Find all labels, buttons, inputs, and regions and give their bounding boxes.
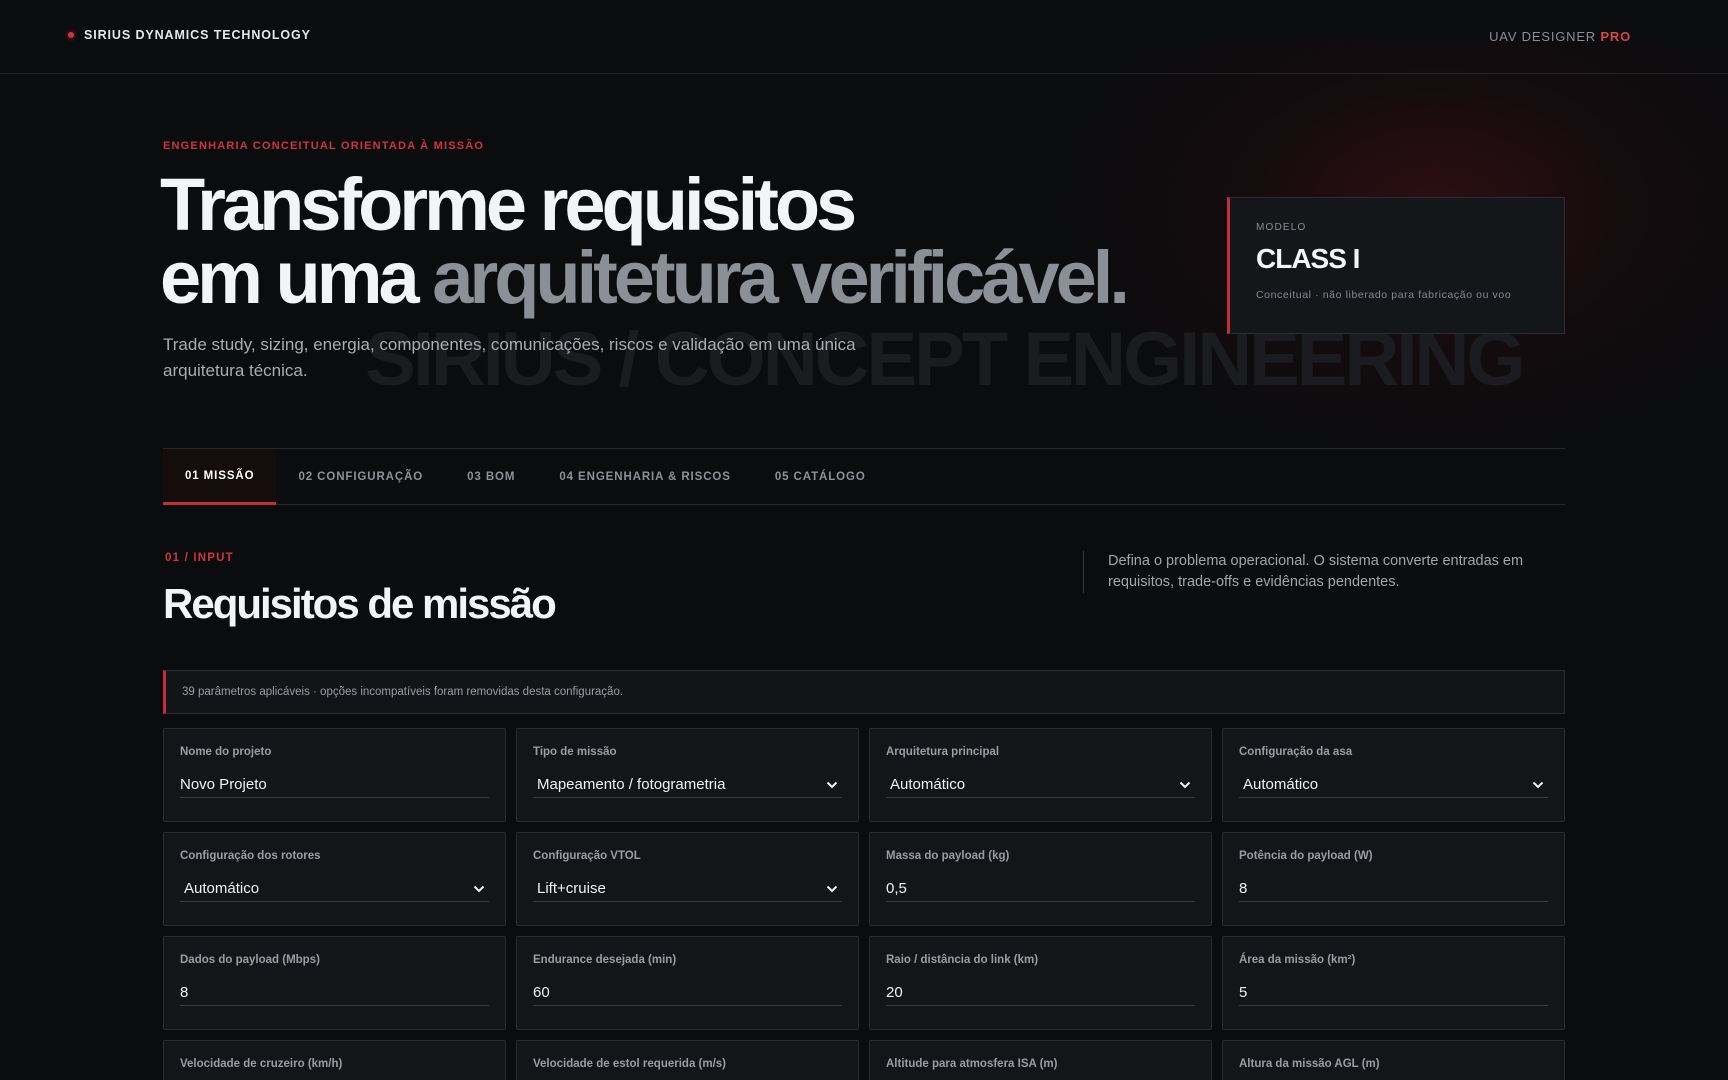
field-value: 20 [886, 984, 903, 1001]
field-value: Novo Projeto [180, 776, 267, 793]
headline-line-2b: arquitetura verificável. [432, 236, 1130, 319]
tab-catalogo[interactable]: 05 CATÁLOGO [753, 449, 888, 505]
field-mission-type: Tipo de missão Mapeamento / fotogrametri… [516, 728, 859, 822]
field-endurance: Endurance desejada (min) 60 [516, 936, 859, 1030]
field-label: Endurance desejada (min) [533, 954, 677, 966]
field-label: Nome do projeto [180, 746, 272, 758]
top-bar: SIRIUS DYNAMICS TECHNOLOGY UAV DESIGNER … [0, 0, 1728, 74]
brand[interactable]: SIRIUS DYNAMICS TECHNOLOGY [68, 28, 311, 42]
model-value: CLASS I [1256, 243, 1360, 274]
field-isa-altitude: Altitude para atmosfera ISA (m) [869, 1040, 1212, 1080]
field-value: 8 [180, 984, 189, 1001]
hero-headline: Transforme requisitos em uma arquitetura… [160, 168, 1130, 315]
tab-configuracao[interactable]: 02 CONFIGURAÇÃO [276, 449, 445, 505]
field-label: Raio / distância do link (km) [886, 954, 1039, 966]
field-label: Massa do payload (kg) [886, 850, 1010, 862]
field-value: 5 [1239, 984, 1248, 1001]
field-mission-height: Altura da missão AGL (m) [1222, 1040, 1565, 1080]
field-cruise-speed: Velocidade de cruzeiro (km/h) [163, 1040, 506, 1080]
brand-name: SIRIUS DYNAMICS TECHNOLOGY [84, 28, 311, 42]
mission-area-input[interactable]: 5 [1239, 980, 1548, 1006]
payload-data-input[interactable]: 8 [180, 980, 489, 1006]
rotor-config-select[interactable]: Automático [180, 876, 489, 902]
mission-type-select[interactable]: Mapeamento / fotogrametria [533, 772, 842, 798]
tab-bom[interactable]: 03 BOM [445, 449, 537, 505]
field-label: Configuração da asa [1239, 746, 1353, 758]
tab-missao[interactable]: 01 MISSÃO [163, 449, 277, 505]
field-value: 0,5 [886, 880, 907, 897]
hero-subtitle: Trade study, sizing, energia, componente… [163, 335, 856, 380]
field-label: Configuração VTOL [533, 850, 641, 862]
field-label: Velocidade de cruzeiro (km/h) [180, 1058, 343, 1070]
model-card: MODELO CLASS I Conceitual · não liberado… [1227, 197, 1565, 334]
status-dot-icon [68, 32, 74, 38]
wing-config-select[interactable]: Automático [1239, 772, 1548, 798]
endurance-input[interactable]: 60 [533, 980, 842, 1006]
payload-mass-input[interactable]: 0,5 [886, 876, 1195, 902]
field-label: Potência do payload (W) [1239, 850, 1373, 862]
field-value: Automático [184, 880, 260, 897]
field-label: Altitude para atmosfera ISA (m) [886, 1058, 1058, 1070]
section-eyebrow: 01 / INPUT [165, 552, 234, 564]
tab-engenharia-riscos[interactable]: 04 ENGENHARIA & RISCOS [537, 449, 752, 505]
field-label: Velocidade de estol requerida (m/s) [533, 1058, 727, 1070]
field-vtol-config: Configuração VTOL Lift+cruise [516, 832, 859, 926]
model-label: MODELO [1256, 222, 1307, 233]
link-range-input[interactable]: 20 [886, 980, 1195, 1006]
payload-power-input[interactable]: 8 [1239, 876, 1548, 902]
field-value: 8 [1239, 880, 1248, 897]
model-note: Conceitual · não liberado para fabricaçã… [1256, 289, 1512, 301]
headline-line-1: Transforme requisitos [160, 163, 857, 246]
field-link-range: Raio / distância do link (km) 20 [869, 936, 1212, 1030]
tab-bar: 01 MISSÃO 02 CONFIGURAÇÃO 03 BOM 04 ENGE… [163, 448, 1565, 505]
section-description: Defina o problema operacional. O sistema… [1083, 551, 1573, 593]
field-project-name: Nome do projeto Novo Projeto [163, 728, 506, 822]
field-label: Arquitetura principal [886, 746, 1000, 758]
hero-eyebrow: ENGENHARIA CONCEITUAL ORIENTADA À MISSÃO [163, 140, 485, 152]
field-value: Automático [890, 776, 966, 793]
field-payload-power: Potência do payload (W) 8 [1222, 832, 1565, 926]
chevron-down-icon [824, 881, 840, 897]
chevron-down-icon [1177, 777, 1193, 793]
field-label: Altura da missão AGL (m) [1239, 1058, 1380, 1070]
headline-line-2a: em uma [160, 236, 420, 319]
field-main-architecture: Arquitetura principal Automático [869, 728, 1212, 822]
field-payload-data: Dados do payload (Mbps) 8 [163, 936, 506, 1030]
main-architecture-select[interactable]: Automático [886, 772, 1195, 798]
chevron-down-icon [1530, 777, 1546, 793]
field-stall-speed: Velocidade de estol requerida (m/s) [516, 1040, 859, 1080]
field-value: Automático [1243, 776, 1319, 793]
chevron-down-icon [471, 881, 487, 897]
field-value: 60 [533, 984, 550, 1001]
field-wing-config: Configuração da asa Automático [1222, 728, 1565, 822]
field-mission-area: Área da missão (km²) 5 [1222, 936, 1565, 1030]
field-value: Lift+cruise [537, 880, 606, 897]
section-title: Requisitos de missão [163, 580, 557, 627]
field-value: Mapeamento / fotogrametria [537, 776, 726, 793]
field-label: Dados do payload (Mbps) [180, 954, 320, 966]
field-label: Configuração dos rotores [180, 850, 321, 862]
product-prefix: UAV DESIGNER [1489, 29, 1596, 44]
vtol-config-select[interactable]: Lift+cruise [533, 876, 842, 902]
field-label: Tipo de missão [533, 746, 617, 758]
field-rotor-config: Configuração dos rotores Automático [163, 832, 506, 926]
parameters-notice: 39 parâmetros aplicáveis · opções incomp… [163, 670, 1565, 714]
field-label: Área da missão (km²) [1239, 954, 1356, 966]
field-payload-mass: Massa do payload (kg) 0,5 [869, 832, 1212, 926]
chevron-down-icon [824, 777, 840, 793]
project-name-input[interactable]: Novo Projeto [180, 772, 489, 798]
mission-form-grid: Nome do projeto Novo Projeto Tipo de mis… [163, 728, 1565, 1080]
product-name: UAV DESIGNER PRO [1489, 29, 1631, 44]
product-tier-badge: PRO [1600, 29, 1631, 44]
